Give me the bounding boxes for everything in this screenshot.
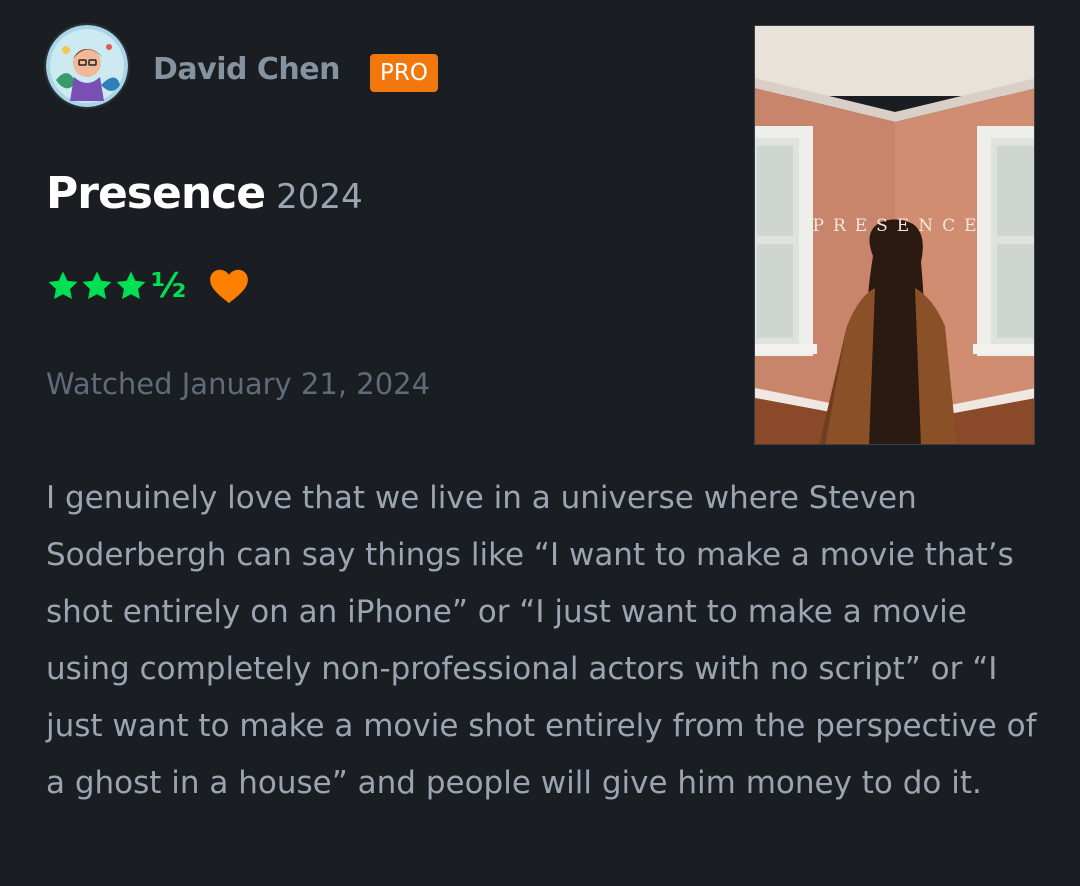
star-icon xyxy=(82,271,112,300)
half-star-icon: ½ xyxy=(151,266,187,306)
review-text: I genuinely love that we live in a unive… xyxy=(46,480,1037,801)
avatar[interactable] xyxy=(46,25,128,107)
heart-icon xyxy=(210,269,249,304)
avatar-image xyxy=(46,25,128,107)
film-poster[interactable]: PRESENCE xyxy=(754,25,1035,445)
film-heading: Presence 2024 xyxy=(46,162,363,235)
watched-date: Watched January 21, 2024 xyxy=(46,367,431,401)
poster-title: PRESENCE xyxy=(812,216,986,236)
username[interactable]: David Chen xyxy=(153,48,340,92)
pro-badge: PRO xyxy=(370,54,438,92)
star-icon xyxy=(116,271,146,300)
film-title[interactable]: Presence xyxy=(46,168,266,219)
star-icon xyxy=(48,271,78,300)
rating: ½ xyxy=(46,266,250,306)
film-year[interactable]: 2024 xyxy=(276,177,363,217)
